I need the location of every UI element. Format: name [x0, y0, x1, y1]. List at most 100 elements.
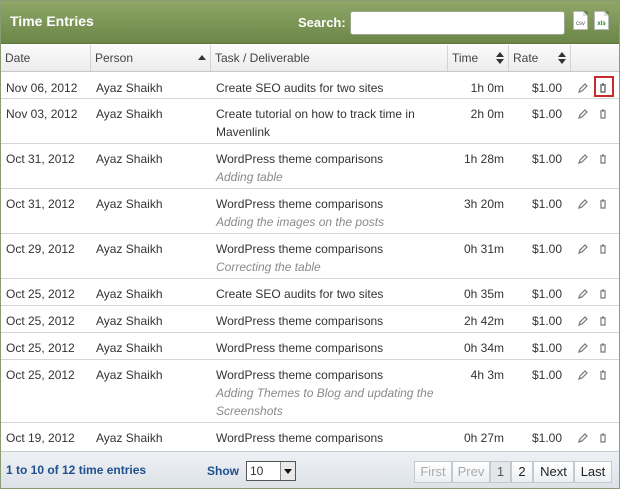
- entry-time: 4h 3m: [470, 368, 504, 382]
- edit-pencil-icon[interactable]: [577, 315, 589, 327]
- table-row: Oct 25, 2012 Ayaz Shaikh WordPress theme…: [1, 360, 619, 423]
- xls-export-icon[interactable]: xls: [594, 11, 609, 30]
- pager-page-1[interactable]: 1: [490, 461, 511, 483]
- time-entries-panel: Time Entries Search: csv xls Date Person…: [0, 0, 620, 489]
- entry-time: 0h 31m: [463, 242, 504, 256]
- entry-task: Create tutorial on how to track time in …: [216, 105, 451, 141]
- pager-next-button[interactable]: Next: [533, 461, 574, 483]
- table-row: Oct 29, 2012 Ayaz Shaikh WordPress theme…: [1, 234, 619, 279]
- task-name: WordPress theme comparisons: [216, 152, 384, 166]
- entry-rate: $1.00: [531, 314, 562, 328]
- entry-person: Ayaz Shaikh: [96, 287, 163, 301]
- task-name: WordPress theme comparisons: [216, 368, 384, 382]
- task-note: Adding Themes to Blog and updating the S…: [216, 386, 434, 418]
- column-header-label: Time: [452, 51, 479, 65]
- entry-rate: $1.00: [531, 368, 562, 382]
- trash-icon[interactable]: [597, 342, 609, 354]
- pager-prev-button[interactable]: Prev: [452, 461, 490, 483]
- entry-task: WordPress theme comparisons Correcting th…: [216, 240, 451, 276]
- entry-rate: $1.00: [531, 287, 562, 301]
- entry-person: Ayaz Shaikh: [96, 431, 163, 445]
- entry-date: Oct 25, 2012: [6, 368, 75, 382]
- edit-pencil-icon[interactable]: [577, 108, 589, 120]
- task-name: WordPress theme comparisons: [216, 314, 384, 328]
- table-row: Oct 19, 2012 Ayaz Shaikh WordPress theme…: [1, 423, 619, 450]
- task-name: WordPress theme comparisons: [216, 431, 384, 445]
- task-note: Adding the images on the posts: [216, 215, 385, 229]
- entry-task: WordPress theme comparisons: [216, 312, 451, 330]
- entry-rate: $1.00: [531, 107, 562, 121]
- column-header-actions: [571, 45, 619, 71]
- entry-task: WordPress theme comparisons Adding table: [216, 150, 451, 186]
- task-note: Correcting the table: [216, 260, 321, 274]
- entry-time: 0h 27m: [463, 431, 504, 445]
- column-header-rate[interactable]: Rate: [509, 45, 571, 71]
- entry-task: WordPress theme comparisons Adding the im…: [216, 195, 451, 231]
- column-header-label: Task / Deliverable: [215, 51, 310, 65]
- column-header-date[interactable]: Date: [1, 45, 91, 71]
- edit-pencil-icon[interactable]: [577, 369, 589, 381]
- column-header-task[interactable]: Task / Deliverable: [211, 45, 448, 71]
- edit-pencil-icon[interactable]: [577, 198, 589, 210]
- task-name: Create SEO audits for two sites: [216, 287, 384, 301]
- table-row: Oct 25, 2012 Ayaz Shaikh WordPress theme…: [1, 306, 619, 333]
- edit-pencil-icon[interactable]: [577, 82, 589, 94]
- trash-icon[interactable]: [597, 108, 609, 120]
- search-label: Search:: [298, 15, 346, 30]
- entry-time: 2h 0m: [470, 107, 504, 121]
- chevron-down-icon: [280, 462, 295, 480]
- search-input[interactable]: [350, 11, 565, 35]
- entry-rate: $1.00: [531, 152, 562, 166]
- table-row: Oct 31, 2012 Ayaz Shaikh WordPress theme…: [1, 189, 619, 234]
- edit-pencil-icon[interactable]: [577, 153, 589, 165]
- edit-pencil-icon[interactable]: [577, 288, 589, 300]
- entry-rate: $1.00: [531, 197, 562, 211]
- entry-time: 0h 34m: [463, 341, 504, 355]
- entry-time: 0h 35m: [463, 287, 504, 301]
- sort-ascending-icon: [198, 55, 206, 60]
- entry-person: Ayaz Shaikh: [96, 314, 163, 328]
- entry-task: WordPress theme comparisons: [216, 339, 451, 357]
- trash-icon[interactable]: [597, 369, 609, 381]
- csv-export-icon[interactable]: csv: [573, 11, 588, 30]
- entry-person: Ayaz Shaikh: [96, 341, 163, 355]
- entry-rate: $1.00: [531, 242, 562, 256]
- entry-task: Create SEO audits for two sites: [216, 285, 451, 303]
- entry-date: Oct 19, 2012: [6, 431, 75, 445]
- pager-last-button[interactable]: Last: [574, 461, 612, 483]
- edit-pencil-icon[interactable]: [577, 432, 589, 444]
- table-footer: 1 to 10 of 12 time entries Show 10 First…: [1, 451, 619, 488]
- column-header-label: Date: [5, 51, 31, 65]
- entry-person: Ayaz Shaikh: [96, 197, 163, 211]
- edit-pencil-icon[interactable]: [577, 342, 589, 354]
- pager-first-button[interactable]: First: [414, 461, 452, 483]
- trash-icon[interactable]: [597, 82, 609, 94]
- trash-icon[interactable]: [597, 432, 609, 444]
- column-header-time[interactable]: Time: [448, 45, 509, 71]
- trash-icon[interactable]: [597, 288, 609, 300]
- entry-task: Create SEO audits for two sites: [216, 79, 451, 97]
- trash-icon[interactable]: [597, 243, 609, 255]
- entry-date: Nov 03, 2012: [6, 107, 78, 121]
- column-header-person[interactable]: Person: [91, 45, 211, 71]
- edit-pencil-icon[interactable]: [577, 243, 589, 255]
- entry-rate: $1.00: [531, 341, 562, 355]
- table-header: Date Person Task / Deliverable Time Rate: [1, 45, 619, 72]
- column-header-label: Rate: [513, 51, 539, 65]
- table-row: Nov 03, 2012 Ayaz Shaikh Create tutorial…: [1, 99, 619, 144]
- time-entries-table-body: Nov 06, 2012 Ayaz Shaikh Create SEO audi…: [1, 73, 619, 450]
- column-header-label: Person: [95, 51, 134, 65]
- pager-page-2[interactable]: 2: [511, 461, 533, 483]
- table-row: Oct 31, 2012 Ayaz Shaikh WordPress theme…: [1, 144, 619, 189]
- trash-icon[interactable]: [597, 198, 609, 210]
- trash-icon[interactable]: [597, 315, 609, 327]
- table-row: Oct 25, 2012 Ayaz Shaikh WordPress theme…: [1, 333, 619, 360]
- entry-person: Ayaz Shaikh: [96, 368, 163, 382]
- trash-icon[interactable]: [597, 153, 609, 165]
- entry-person: Ayaz Shaikh: [96, 152, 163, 166]
- entry-date: Oct 25, 2012: [6, 287, 75, 301]
- entry-date: Oct 25, 2012: [6, 341, 75, 355]
- panel-title: Time Entries: [10, 13, 94, 29]
- page-size-select[interactable]: 10: [246, 461, 296, 481]
- task-name: WordPress theme comparisons: [216, 242, 384, 256]
